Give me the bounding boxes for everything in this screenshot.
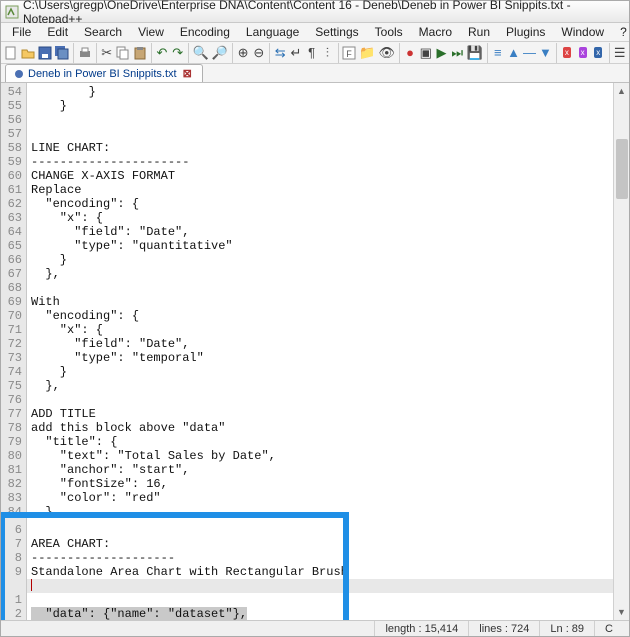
compare2-icon[interactable]: ▲	[506, 42, 521, 64]
indent-guide-icon[interactable]: ⫶	[320, 42, 335, 64]
record-macro-icon[interactable]: ●	[403, 42, 418, 64]
document-tab-active[interactable]: Deneb in Power BI Snippits.txt ⊠	[5, 64, 203, 82]
editor-area[interactable]: 54 55 56 57 58 59 60 61 62 63 64 65 66 6…	[1, 83, 629, 620]
save-icon[interactable]	[37, 42, 53, 64]
status-bar: length : 15,414 lines : 724 Ln : 89 C	[1, 620, 629, 636]
find-icon[interactable]: 🔍	[192, 42, 210, 64]
tab-close-icon[interactable]: ⊠	[181, 67, 194, 80]
plugin3-icon[interactable]: x	[591, 42, 606, 64]
menu-run[interactable]: Run	[461, 23, 497, 41]
save-macro-icon[interactable]: 💾	[466, 42, 484, 64]
code-content[interactable]: AREA CHART: -------------------- Standal…	[27, 521, 613, 620]
scroll-track[interactable]	[614, 99, 630, 604]
compare4-icon[interactable]: ▼	[538, 42, 553, 64]
toolbar: ✂ ↶ ↷ 🔍 🔎 ⊕ ⊖ ⇆ ↵ ¶ ⫶ F 📁 👁 ● ▣ ▶ ⏭ 💾 ≡ …	[1, 42, 629, 64]
toolbar-separator	[338, 43, 339, 63]
new-file-icon[interactable]	[3, 42, 19, 64]
title-bar: C:\Users\gregp\OneDrive\Enterprise DNA\C…	[1, 1, 629, 23]
menu-edit[interactable]: Edit	[40, 23, 75, 41]
toolbar-separator	[188, 43, 189, 63]
line-number-gutter: 54 55 56 57 58 59 60 61 62 63 64 65 66 6…	[1, 83, 27, 521]
sync-icon[interactable]: ⇆	[273, 42, 288, 64]
menu-help[interactable]: ?	[613, 23, 630, 41]
toolbar-separator	[232, 43, 233, 63]
tab-bar: Deneb in Power BI Snippits.txt ⊠	[1, 64, 629, 83]
compare-icon[interactable]: ≡	[490, 42, 505, 64]
tab-status-icon	[14, 69, 24, 79]
print-icon[interactable]	[77, 42, 93, 64]
menu-window[interactable]: Window	[554, 23, 611, 41]
doc-icon[interactable]: ☰	[612, 42, 627, 64]
play-multi-icon[interactable]: ⏭	[450, 42, 465, 64]
zoom-out-icon[interactable]: ⊖	[251, 42, 266, 64]
status-column: C	[594, 621, 623, 636]
toolbar-separator	[151, 43, 152, 63]
zoom-in-icon[interactable]: ⊕	[236, 42, 251, 64]
redo-icon[interactable]: ↷	[170, 42, 185, 64]
status-line-number: Ln : 89	[539, 621, 594, 636]
toolbar-separator	[556, 43, 557, 63]
save-all-icon[interactable]	[54, 42, 70, 64]
menu-tools[interactable]: Tools	[368, 23, 410, 41]
window-title: C:\Users\gregp\OneDrive\Enterprise DNA\C…	[23, 0, 625, 26]
line-number-gutter: 6 7 8 9 1 2 3 4 5 6 7 8 9 0	[1, 521, 27, 620]
tab-label: Deneb in Power BI Snippits.txt	[28, 68, 177, 80]
menu-file[interactable]: File	[5, 23, 38, 41]
toolbar-separator	[269, 43, 270, 63]
stop-macro-icon[interactable]: ▣	[418, 42, 433, 64]
lang-icon[interactable]: F	[341, 42, 357, 64]
menu-settings[interactable]: Settings	[308, 23, 365, 41]
cut-icon[interactable]: ✂	[99, 42, 114, 64]
menu-plugins[interactable]: Plugins	[499, 23, 552, 41]
open-file-icon[interactable]	[20, 42, 36, 64]
menu-macro[interactable]: Macro	[412, 23, 459, 41]
menu-language[interactable]: Language	[239, 23, 306, 41]
replace-icon[interactable]: 🔎	[211, 42, 229, 64]
svg-text:F: F	[347, 49, 353, 59]
toolbar-separator	[609, 43, 610, 63]
scroll-thumb[interactable]	[616, 139, 628, 199]
menu-search[interactable]: Search	[77, 23, 129, 41]
scroll-up-icon[interactable]: ▲	[614, 83, 630, 99]
toolbar-separator	[96, 43, 97, 63]
folder-icon[interactable]: 📁	[358, 42, 376, 64]
status-length: length : 15,414	[374, 621, 468, 636]
wrap-icon[interactable]: ↵	[289, 42, 304, 64]
menu-bar: File Edit Search View Encoding Language …	[1, 23, 629, 42]
show-all-chars-icon[interactable]: ¶	[304, 42, 319, 64]
menu-encoding[interactable]: Encoding	[173, 23, 237, 41]
compare3-icon[interactable]: —	[522, 42, 537, 64]
toolbar-separator	[399, 43, 400, 63]
undo-icon[interactable]: ↶	[155, 42, 170, 64]
copy-icon[interactable]	[115, 42, 131, 64]
status-lines: lines : 724	[468, 621, 539, 636]
plugin-icon[interactable]: x	[559, 42, 574, 64]
plugin2-icon[interactable]: x	[575, 42, 590, 64]
scroll-down-icon[interactable]: ▼	[614, 604, 630, 620]
menu-view[interactable]: View	[131, 23, 171, 41]
vertical-scrollbar[interactable]: ▲ ▼	[613, 83, 629, 620]
monitor-icon[interactable]: 👁	[378, 42, 397, 64]
toolbar-separator	[487, 43, 488, 63]
paste-icon[interactable]	[132, 42, 148, 64]
toolbar-separator	[73, 43, 74, 63]
play-macro-icon[interactable]: ▶	[434, 42, 449, 64]
app-icon	[5, 5, 19, 19]
code-content[interactable]: } } LINE CHART: ---------------------- C…	[27, 83, 613, 521]
